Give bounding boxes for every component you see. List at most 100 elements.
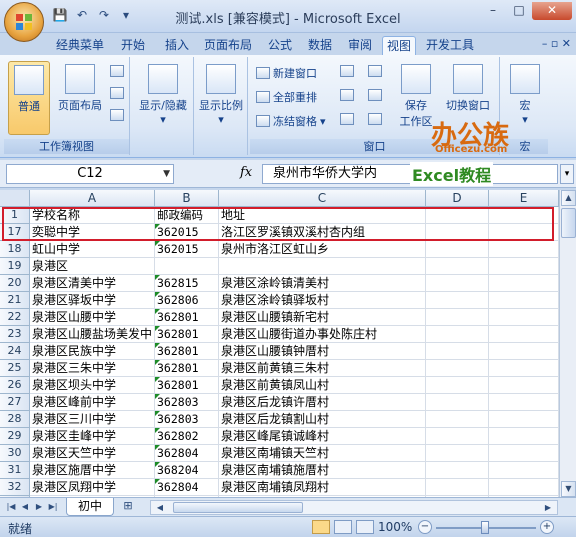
tab-developer[interactable]: 开发工具 bbox=[420, 36, 480, 55]
cell-a[interactable]: 泉港区三朱中学 bbox=[30, 360, 155, 377]
cell-e[interactable] bbox=[489, 258, 559, 275]
cell-b[interactable]: 368204 bbox=[155, 462, 219, 479]
status-normal-view-icon[interactable] bbox=[312, 520, 330, 534]
cell-e[interactable] bbox=[489, 394, 559, 411]
cell-c[interactable]: 泉州市洛江区虹山乡 bbox=[219, 241, 426, 258]
next-sheet-icon[interactable]: ▶ bbox=[32, 500, 46, 514]
cell-a[interactable]: 泉港区坝头中学 bbox=[30, 377, 155, 394]
status-page-layout-icon[interactable] bbox=[334, 520, 352, 534]
cell-c[interactable]: 泉港区南埔镇天竺村 bbox=[219, 445, 426, 462]
cell-b[interactable]: 362801 bbox=[155, 343, 219, 360]
cell-a[interactable]: 泉港区山腰盐场美发中 bbox=[30, 326, 155, 343]
name-box[interactable]: C12 ▼ bbox=[6, 164, 174, 184]
zoom-in-icon[interactable]: + bbox=[540, 520, 554, 534]
row-header[interactable]: 24 bbox=[0, 343, 30, 360]
cell-e[interactable] bbox=[489, 207, 559, 224]
cell-a[interactable]: 泉港区 bbox=[30, 258, 155, 275]
cell-c[interactable]: 泉港区山腰镇钟厝村 bbox=[219, 343, 426, 360]
cell-b[interactable]: 邮政编码 bbox=[155, 207, 219, 224]
split-button[interactable] bbox=[340, 65, 354, 77]
tab-home[interactable]: 开始 bbox=[114, 36, 152, 55]
cell-c[interactable]: 泉港区涂岭镇清美村 bbox=[219, 275, 426, 292]
row-header[interactable]: 31 bbox=[0, 462, 30, 479]
cell-d[interactable] bbox=[426, 275, 489, 292]
row-header[interactable]: 28 bbox=[0, 411, 30, 428]
ribbon-window-controls[interactable]: – ▫ ✕ bbox=[542, 37, 571, 50]
tab-page-layout[interactable]: 页面布局 bbox=[200, 36, 256, 55]
new-window-button[interactable]: 新建窗口 bbox=[256, 65, 317, 81]
row-header[interactable]: 21 bbox=[0, 292, 30, 309]
cell-d[interactable] bbox=[426, 258, 489, 275]
cell-e[interactable] bbox=[489, 326, 559, 343]
cell-e[interactable] bbox=[489, 377, 559, 394]
maximize-button[interactable]: □ bbox=[506, 2, 532, 20]
zoom-button[interactable]: 显示比例 ▾ bbox=[196, 61, 246, 135]
cell-d[interactable] bbox=[426, 309, 489, 326]
cell-e[interactable] bbox=[489, 411, 559, 428]
cell-c[interactable]: 泉港区峰尾镇诚峰村 bbox=[219, 428, 426, 445]
column-header-a[interactable]: A bbox=[30, 190, 155, 207]
name-box-dropdown-icon[interactable]: ▼ bbox=[163, 165, 170, 183]
cell-e[interactable] bbox=[489, 360, 559, 377]
cell-c[interactable]: 泉港区涂岭镇驿坂村 bbox=[219, 292, 426, 309]
cell-b[interactable]: 362801 bbox=[155, 309, 219, 326]
cell-c[interactable]: 泉港区前黄镇凤山村 bbox=[219, 377, 426, 394]
cell-b[interactable]: 362803 bbox=[155, 411, 219, 428]
sheet-tab-junior[interactable]: 初中 bbox=[66, 498, 114, 516]
cell-b[interactable]: 362806 bbox=[155, 292, 219, 309]
cell-a[interactable]: 泉港区圭峰中学 bbox=[30, 428, 155, 445]
row-header[interactable]: 23 bbox=[0, 326, 30, 343]
row-header[interactable]: 19 bbox=[0, 258, 30, 275]
cell-d[interactable] bbox=[426, 445, 489, 462]
cell-c[interactable]: 泉港区后龙镇割山村 bbox=[219, 411, 426, 428]
worksheet-grid[interactable]: A B C D E 1 学校名称 邮政编码 地址 17 奕聪中学 362015 洛江区罗溪镇双… bbox=[0, 190, 559, 497]
cell-b[interactable]: 362815 bbox=[155, 275, 219, 292]
status-page-break-icon[interactable] bbox=[356, 520, 374, 534]
office-button[interactable] bbox=[4, 2, 44, 42]
cell-d[interactable] bbox=[426, 207, 489, 224]
cell-b[interactable]: 362804 bbox=[155, 445, 219, 462]
cell-a[interactable]: 学校名称 bbox=[30, 207, 155, 224]
view-side-by-side-button[interactable] bbox=[368, 65, 382, 77]
row-header[interactable]: 32 bbox=[0, 479, 30, 496]
cell-d[interactable] bbox=[426, 462, 489, 479]
close-button[interactable]: ✕ bbox=[532, 2, 572, 20]
column-header-d[interactable]: D bbox=[426, 190, 489, 207]
cell-d[interactable] bbox=[426, 326, 489, 343]
cell-d[interactable] bbox=[426, 411, 489, 428]
cell-e[interactable] bbox=[489, 479, 559, 496]
cell-e[interactable] bbox=[489, 462, 559, 479]
cell-c[interactable]: 地址 bbox=[219, 207, 426, 224]
cell-c[interactable]: 洛江区罗溪镇双溪村杏内组 bbox=[219, 224, 426, 241]
column-header-b[interactable]: B bbox=[155, 190, 219, 207]
cell-c[interactable] bbox=[219, 258, 426, 275]
cell-e[interactable] bbox=[489, 309, 559, 326]
row-header[interactable]: 1 bbox=[0, 207, 30, 224]
hide-window-button[interactable] bbox=[340, 89, 354, 101]
cell-b[interactable]: 362015 bbox=[155, 224, 219, 241]
cell-c[interactable]: 泉港区山腰镇新宅村 bbox=[219, 309, 426, 326]
cell-d[interactable] bbox=[426, 394, 489, 411]
column-header-c[interactable]: C bbox=[219, 190, 426, 207]
tab-view[interactable]: 视图 bbox=[382, 36, 416, 55]
sync-scroll-button[interactable] bbox=[368, 89, 382, 101]
cell-a[interactable]: 泉港区施厝中学 bbox=[30, 462, 155, 479]
cell-d[interactable] bbox=[426, 479, 489, 496]
tab-formulas[interactable]: 公式 bbox=[262, 36, 298, 55]
freeze-panes-button[interactable]: 冻结窗格 ▾ bbox=[256, 113, 326, 129]
cell-e[interactable] bbox=[489, 343, 559, 360]
cell-e[interactable] bbox=[489, 428, 559, 445]
full-screen-button[interactable] bbox=[110, 109, 124, 121]
row-header[interactable]: 27 bbox=[0, 394, 30, 411]
show-hide-button[interactable]: 显示/隐藏 ▾ bbox=[134, 61, 192, 135]
cell-a[interactable]: 泉港区凤翔中学 bbox=[30, 479, 155, 496]
cell-b[interactable]: 362802 bbox=[155, 428, 219, 445]
cell-b[interactable]: 362801 bbox=[155, 377, 219, 394]
cell-e[interactable] bbox=[489, 224, 559, 241]
cell-b[interactable]: 362801 bbox=[155, 326, 219, 343]
row-header[interactable]: 29 bbox=[0, 428, 30, 445]
cell-a[interactable]: 泉港区三川中学 bbox=[30, 411, 155, 428]
first-sheet-icon[interactable]: |◀ bbox=[4, 500, 18, 514]
tab-review[interactable]: 审阅 bbox=[342, 36, 378, 55]
cell-d[interactable] bbox=[426, 292, 489, 309]
